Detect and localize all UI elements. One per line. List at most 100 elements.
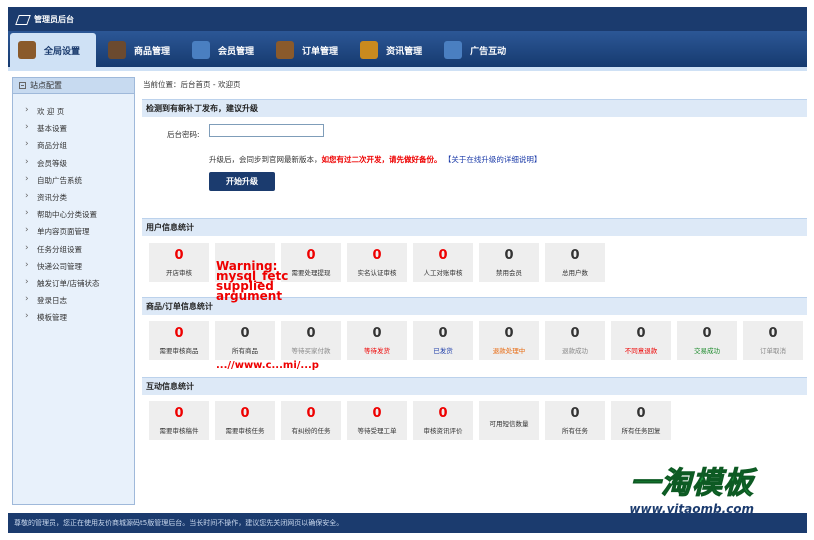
sidebar: 站点配置 欢 迎 页基本设置商品分组会员等级自助广告系统资讯分类帮助中心分类设置… [12, 77, 135, 505]
sidebar-item-label: 资讯分类 [37, 192, 67, 202]
collapse-icon[interactable] [19, 82, 26, 89]
stat-value: 0 [438, 406, 448, 421]
stat-value: 0 [570, 248, 580, 263]
password-label: 后台密码: [167, 130, 200, 139]
stat-tile[interactable]: 0 禁用会员 [479, 243, 539, 282]
stat-tile[interactable]: 0 所有商品 [215, 321, 275, 360]
tab-label: 订单管理 [302, 46, 339, 57]
stat-tile[interactable]: 0 需要审核商品 [149, 321, 209, 360]
stat-value: 0 [504, 326, 514, 341]
goods-stats-title: 商品/订单信息统计 [142, 297, 807, 315]
stat-tile[interactable]: 可用短信数量 [479, 401, 539, 440]
sidebar-header-label: 站点配置 [30, 81, 62, 90]
sidebar-item-label: 快递公司管理 [37, 261, 82, 271]
stat-tile[interactable]: 0 实名认证审核 [347, 243, 407, 282]
stat-value: 0 [702, 326, 712, 341]
stat-tile[interactable]: 0 需要审核任务 [215, 401, 275, 440]
tab-label: 全局设置 [44, 46, 81, 57]
stat-value: 0 [438, 248, 448, 263]
sidebar-item[interactable]: 单内容页面管理 [13, 222, 134, 240]
sidebar-item-label: 登录日志 [37, 296, 67, 306]
stat-value: 0 [570, 326, 580, 341]
password-input[interactable] [209, 124, 324, 137]
stat-label: 需要处理提现 [291, 269, 331, 277]
book-icon [276, 41, 295, 59]
stat-tile[interactable]: 0 需要审核稿件 [149, 401, 209, 440]
stat-tile[interactable]: 0 不同意退款 [611, 321, 671, 360]
logo-icon [16, 13, 28, 25]
stat-tile[interactable] [215, 243, 275, 282]
sidebar-item[interactable]: 帮助中心分类设置 [13, 205, 134, 223]
main-nav: 全局设置 商品管理 会员管理 订单管理 资讯管理 广告互动 [8, 31, 807, 71]
sidebar-item-label: 基本设置 [37, 124, 67, 134]
stat-tile[interactable]: 0 开店审核 [149, 243, 209, 282]
sidebar-item-label: 自助广告系统 [37, 175, 82, 185]
stat-label: 人工对账审核 [423, 269, 463, 277]
stat-tile[interactable]: 0 订单取消 [743, 321, 803, 360]
stat-label: 所有商品 [232, 347, 258, 355]
tab-4[interactable]: 资讯管理 [352, 33, 432, 67]
stat-value: 0 [306, 248, 316, 263]
sidebar-item[interactable]: 模板管理 [13, 308, 134, 326]
stat-value: 0 [372, 248, 382, 263]
stat-label: 开店审核 [166, 269, 192, 277]
sidebar-item[interactable]: 会员等级 [13, 154, 134, 172]
stat-tile[interactable]: 0 退款成功 [545, 321, 605, 360]
stat-value: 0 [636, 406, 646, 421]
footer-bar: 尊敬的管理员，您正在使用友价商城源码t5版管理后台。当长时间不操作，建议您先关闭… [8, 513, 807, 533]
tab-0[interactable]: 全局设置 [10, 33, 97, 67]
interact-stats-title: 互动信息统计 [142, 377, 807, 395]
stat-tile[interactable]: 0 所有任务 [545, 401, 605, 440]
tab-3[interactable]: 订单管理 [268, 33, 348, 67]
tab-1[interactable]: 商品管理 [100, 33, 180, 67]
stat-label: 交易成功 [694, 347, 720, 355]
start-upgrade-button[interactable]: 开始升级 [209, 172, 275, 191]
sidebar-item[interactable]: 商品分组 [13, 136, 134, 154]
stat-tile[interactable]: 0 等待受理工单 [347, 401, 407, 440]
stat-tile[interactable]: 0 交易成功 [677, 321, 737, 360]
stat-label: 所有任务回复 [621, 427, 661, 435]
breadcrumb: 当前位置：后台首页 - 欢迎页 [143, 80, 241, 89]
sidebar-item[interactable]: 欢 迎 页 [13, 102, 134, 120]
sidebar-item-label: 商品分组 [37, 141, 67, 151]
stat-tile[interactable]: 0 需要处理提现 [281, 243, 341, 282]
sidebar-item[interactable]: 触发订单/店铺状态 [13, 274, 134, 292]
title-bar: 管理员后台 [8, 7, 807, 31]
tab-label: 资讯管理 [386, 46, 423, 57]
sidebar-item[interactable]: 快递公司管理 [13, 257, 134, 275]
sidebar-item-label: 帮助中心分类设置 [37, 210, 97, 220]
sidebar-item[interactable]: 登录日志 [13, 291, 134, 309]
stat-value: 0 [174, 326, 184, 341]
sidebar-item[interactable]: 自助广告系统 [13, 171, 134, 189]
stat-label: 需要审核商品 [159, 347, 199, 355]
settings-icon [18, 41, 36, 59]
stat-tile[interactable]: 0 审核资讯评价 [413, 401, 473, 440]
stat-label: 订单取消 [760, 347, 786, 355]
sidebar-header[interactable]: 站点配置 [13, 78, 134, 94]
stat-tile[interactable]: 0 已发货 [413, 321, 473, 360]
stat-tile[interactable]: 0 等待发货 [347, 321, 407, 360]
stat-tile[interactable]: 0 所有任务回复 [611, 401, 671, 440]
sidebar-item[interactable]: 任务分组设置 [13, 239, 134, 258]
upgrade-help-link[interactable]: 【关于在线升级的详细说明】 [444, 155, 542, 164]
tab-2[interactable]: 会员管理 [184, 33, 264, 67]
stat-tile[interactable]: 0 人工对账审核 [413, 243, 473, 282]
stat-label: 可用短信数量 [489, 419, 529, 428]
app-title: 管理员后台 [34, 14, 74, 24]
stat-tile[interactable]: 0 退款处理中 [479, 321, 539, 360]
stat-label: 总用户数 [562, 269, 588, 277]
php-warning-tail: ...//www.c...mi/...p [216, 360, 319, 371]
stat-label: 所有任务 [562, 427, 588, 435]
sidebar-item[interactable]: 资讯分类 [13, 188, 134, 206]
interact-stats-row: 0 需要审核稿件 0 需要审核任务 0 有纠纷的任务 0 等待受理工单 0 审核资讯评价 可用短信数… [149, 401, 677, 440]
stat-tile[interactable]: 0 有纠纷的任务 [281, 401, 341, 440]
stat-tile[interactable]: 0 总用户数 [545, 243, 605, 282]
upgrade-section-title: 检测到有新补丁发布，建议升级 [142, 99, 807, 117]
bag-icon [360, 41, 379, 59]
sidebar-item[interactable]: 基本设置 [13, 119, 134, 137]
tab-5[interactable]: 广告互动 [436, 33, 516, 67]
stat-label: 需要审核稿件 [159, 427, 199, 435]
stat-tile[interactable]: 0 等待买家付款 [281, 321, 341, 360]
sidebar-item-label: 会员等级 [37, 158, 67, 168]
upgrade-note-text: 升级后，会同步到官网最新版本， [209, 155, 322, 164]
